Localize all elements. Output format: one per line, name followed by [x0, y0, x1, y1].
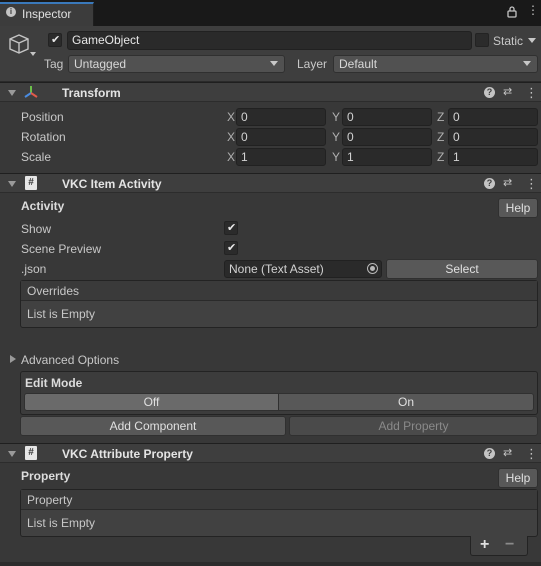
transform-icon [23, 84, 39, 103]
static-checkbox[interactable] [475, 33, 489, 47]
rotation-x-input[interactable]: 0 [236, 128, 326, 146]
y-axis-label[interactable]: Y [332, 130, 340, 144]
presets-icon[interactable]: ⇄ [503, 176, 512, 189]
foldout-arrow-icon[interactable] [10, 355, 16, 363]
overrides-list-header[interactable]: Overrides [21, 281, 537, 301]
more-menu-icon[interactable]: ⋮ [525, 446, 538, 462]
json-object-field[interactable]: None (Text Asset) [224, 260, 382, 278]
active-checkbox[interactable]: ✔ [48, 33, 62, 47]
tag-label: Tag [44, 57, 64, 71]
script-icon: # [25, 446, 37, 460]
edit-mode-off-button[interactable]: Off [24, 393, 279, 411]
scene-preview-label: Scene Preview [21, 242, 102, 256]
y-axis-label[interactable]: Y [332, 150, 340, 164]
add-item-button[interactable]: + [480, 536, 489, 554]
layer-value: Default [339, 57, 378, 71]
position-y-input[interactable]: 0 [342, 108, 432, 126]
show-checkbox[interactable]: ✔ [224, 221, 238, 235]
presets-icon[interactable]: ⇄ [503, 85, 512, 98]
layer-label: Layer [297, 57, 328, 71]
static-dropdown-icon[interactable] [528, 38, 536, 43]
foldout-arrow-icon[interactable] [8, 451, 16, 457]
chevron-down-icon [270, 61, 278, 66]
show-label: Show [21, 222, 52, 236]
help-icon[interactable]: ? [484, 178, 495, 189]
checkmark-icon: ✔ [227, 222, 237, 234]
z-axis-label[interactable]: Z [437, 150, 444, 164]
x-axis-label[interactable]: X [227, 150, 235, 164]
edit-mode-on-button[interactable]: On [278, 393, 534, 411]
scale-y-input[interactable]: 1 [342, 148, 432, 166]
y-axis-label[interactable]: Y [332, 110, 340, 124]
help-icon[interactable]: ? [484, 448, 495, 459]
select-button[interactable]: Select [386, 259, 538, 279]
tag-value: Untagged [74, 57, 127, 71]
remove-item-button[interactable]: − [505, 536, 514, 554]
gameobject-cube-icon[interactable] [8, 33, 38, 62]
rotation-z-input[interactable]: 0 [448, 128, 538, 146]
foldout-arrow-icon[interactable] [8, 181, 16, 187]
vkc-attribute-property-title: VKC Attribute Property [62, 447, 193, 461]
info-icon: i [6, 7, 16, 17]
add-property-button: Add Property [289, 416, 538, 436]
presets-icon[interactable]: ⇄ [503, 446, 512, 459]
vkc-item-activity-title: VKC Item Activity [62, 177, 162, 191]
advanced-options-label[interactable]: Advanced Options [21, 353, 119, 367]
static-label: Static [493, 34, 524, 48]
bottom-divider [0, 562, 541, 566]
property-list-header[interactable]: Property [21, 490, 537, 510]
rotation-label: Rotation [21, 130, 66, 144]
property-section-label: Property [21, 469, 71, 483]
lock-icon[interactable] [507, 6, 517, 20]
scale-label: Scale [21, 150, 52, 164]
overrides-empty-text: List is Empty [27, 307, 96, 321]
scale-x-input[interactable]: 1 [236, 148, 326, 166]
edit-mode-label: Edit Mode [25, 376, 83, 390]
more-menu-icon[interactable]: ⋮ [525, 176, 538, 192]
property-list: Property List is Empty [20, 489, 538, 537]
z-axis-label[interactable]: Z [437, 110, 444, 124]
gameobject-name-input[interactable]: GameObject [67, 31, 472, 50]
tab-inspector-label: Inspector [22, 7, 72, 21]
x-axis-label[interactable]: X [227, 130, 235, 144]
scene-preview-checkbox[interactable]: ✔ [224, 241, 238, 255]
rotation-y-input[interactable]: 0 [342, 128, 432, 146]
help-icon[interactable]: ? [484, 87, 495, 98]
overrides-list: Overrides List is Empty [20, 280, 538, 328]
activity-section-label: Activity [21, 199, 65, 213]
json-label: .json [21, 262, 47, 276]
tab-inspector[interactable]: i Inspector [0, 2, 94, 26]
list-footer [470, 536, 528, 556]
chevron-down-icon [523, 61, 531, 66]
layer-dropdown[interactable]: Default [333, 55, 538, 73]
json-object-value: None (Text Asset) [229, 262, 324, 276]
z-axis-label[interactable]: Z [437, 130, 444, 144]
position-x-input[interactable]: 0 [236, 108, 326, 126]
position-label: Position [21, 110, 64, 124]
position-z-input[interactable]: 0 [448, 108, 538, 126]
help-button[interactable]: Help [498, 468, 538, 488]
object-picker-icon[interactable] [367, 263, 378, 274]
x-axis-label[interactable]: X [227, 110, 235, 124]
foldout-arrow-icon[interactable] [8, 90, 16, 96]
script-icon: # [25, 176, 37, 190]
transform-title: Transform [62, 86, 121, 100]
scale-z-input[interactable]: 1 [448, 148, 538, 166]
more-menu-icon[interactable]: ⋮ [525, 85, 538, 101]
add-component-button[interactable]: Add Component [20, 416, 286, 436]
property-empty-text: List is Empty [27, 516, 96, 530]
more-menu-icon[interactable]: ⋮ [527, 4, 539, 16]
help-button[interactable]: Help [498, 198, 538, 218]
checkmark-icon: ✔ [227, 242, 237, 254]
checkmark-icon: ✔ [51, 34, 61, 46]
tag-dropdown[interactable]: Untagged [68, 55, 285, 73]
